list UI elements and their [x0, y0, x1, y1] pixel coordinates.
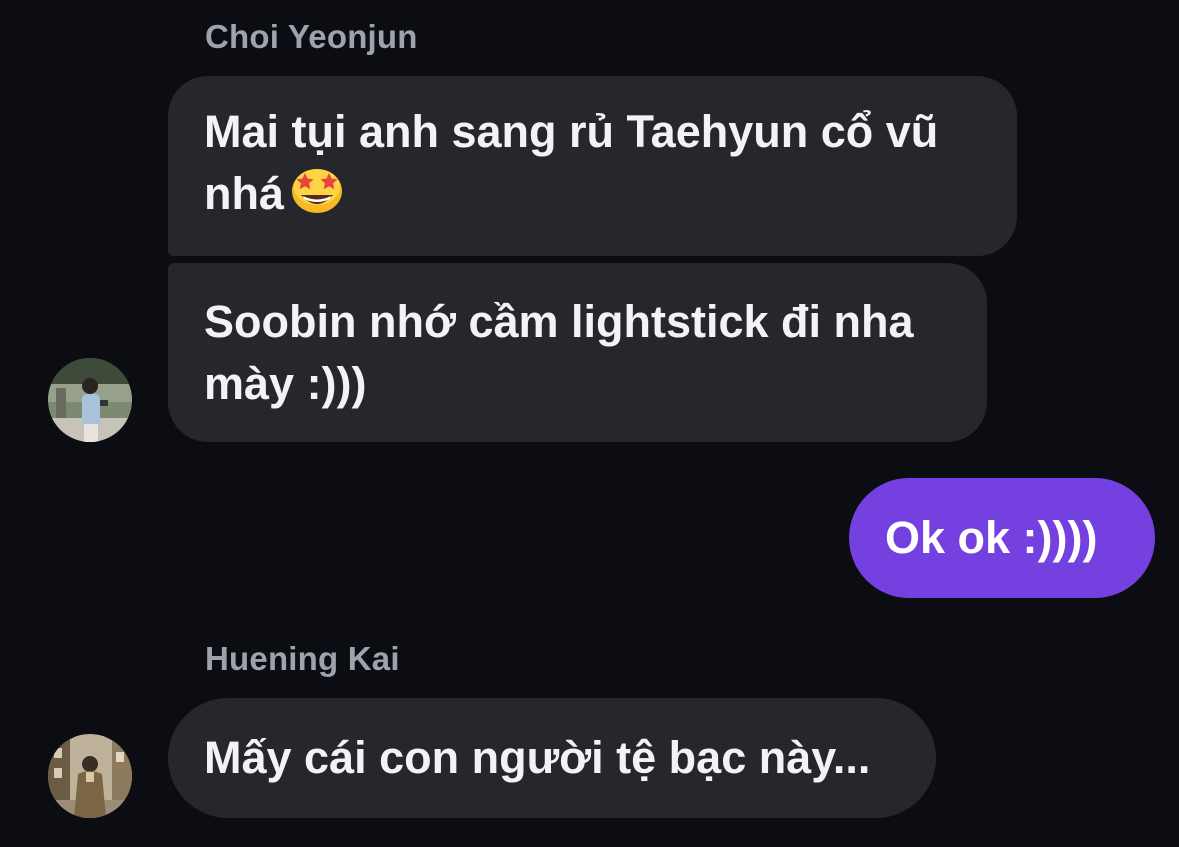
message-text: Mai tụi anh sang rủ Taehyun cổ vũ nhá: [204, 101, 938, 231]
message-text: Soobin nhớ cầm lightstick đi nha mày :))…: [204, 295, 914, 409]
outgoing-message-bubble[interactable]: Ok ok :)))): [849, 478, 1155, 598]
message-text: Ok ok :)))): [885, 512, 1098, 563]
star-struck-emoji-icon: [288, 163, 346, 231]
sender-name-huening-kai: Huening Kai: [205, 640, 400, 677]
avatar[interactable]: [48, 734, 132, 818]
message-bubble[interactable]: Soobin nhớ cầm lightstick đi nha mày :))…: [168, 263, 987, 442]
avatar[interactable]: [48, 358, 132, 442]
message-text: Mấy cái con người tệ bạc này...: [204, 732, 871, 783]
message-bubble[interactable]: Mấy cái con người tệ bạc này...: [168, 698, 936, 818]
message-bubble[interactable]: Mai tụi anh sang rủ Taehyun cổ vũ nhá: [168, 76, 1017, 256]
sender-name-yeonjun: Choi Yeonjun: [205, 18, 418, 55]
